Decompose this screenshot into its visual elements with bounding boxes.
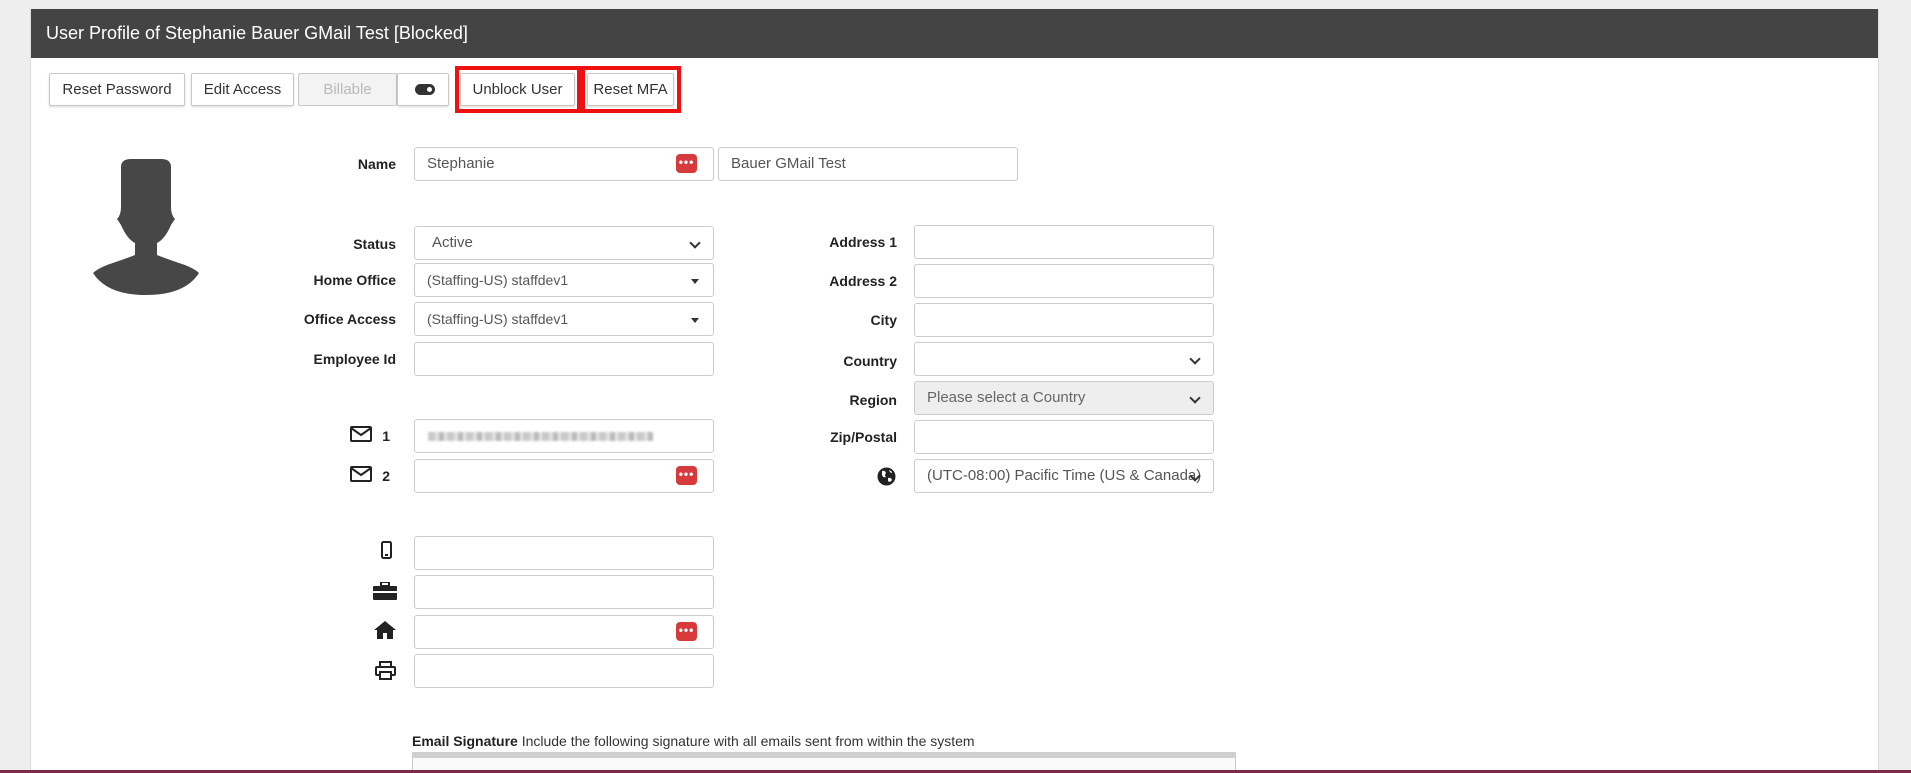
city-input[interactable] [914, 303, 1214, 337]
work-phone-input[interactable] [414, 575, 714, 609]
briefcase-icon [373, 582, 397, 600]
page-title: User Profile of Stephanie Bauer GMail Te… [31, 9, 1878, 58]
fax-input[interactable] [414, 654, 714, 688]
employee-id-input[interactable] [414, 342, 714, 376]
region-select: Please select a Country [914, 381, 1214, 415]
office-access-select[interactable]: (Staffing-US) staffdev1 [414, 302, 714, 336]
printer-icon [375, 661, 396, 680]
address-1-label: Address 1 [829, 234, 897, 250]
password-manager-icon[interactable]: ••• [676, 466, 697, 485]
region-value: Please select a Country [927, 389, 1086, 406]
billable-button: Billable [298, 73, 397, 106]
home-phone-input[interactable] [414, 615, 714, 649]
email-signature-help: Include the following signature with all… [517, 733, 975, 749]
country-label: Country [843, 353, 897, 369]
email-2-number: 2 [382, 468, 390, 484]
home-office-select[interactable]: (Staffing-US) staffdev1 [414, 263, 714, 297]
city-label: City [870, 312, 897, 328]
country-select[interactable] [914, 342, 1214, 376]
address-1-input[interactable] [914, 225, 1214, 259]
timezone-value: (UTC-08:00) Pacific Time (US & Canada) [927, 467, 1202, 484]
zip-label: Zip/Postal [830, 429, 897, 445]
mobile-phone-icon [381, 541, 392, 559]
address-2-input[interactable] [914, 264, 1214, 298]
home-office-value: (Staffing-US) staffdev1 [427, 272, 569, 288]
password-manager-icon[interactable]: ••• [676, 622, 697, 641]
home-icon [374, 621, 396, 639]
timezone-select[interactable]: (UTC-08:00) Pacific Time (US & Canada) [914, 459, 1214, 493]
password-manager-icon[interactable]: ••• [676, 154, 697, 173]
last-name-input[interactable]: Bauer GMail Test [718, 147, 1018, 181]
email-signature-label: Email Signature Include the following si… [412, 733, 975, 749]
billable-toggle[interactable] [397, 73, 449, 106]
office-access-label: Office Access [303, 311, 396, 327]
status-value: Active [432, 234, 473, 251]
toggle-icon [415, 84, 435, 95]
address-2-label: Address 2 [829, 273, 897, 289]
email-signature-title: Email Signature [412, 733, 518, 749]
email-2-input[interactable] [414, 459, 714, 493]
zip-input[interactable] [914, 420, 1214, 454]
first-name-input[interactable]: Stephanie [414, 147, 714, 181]
reset-mfa-highlight [581, 66, 681, 113]
status-select[interactable]: Active [414, 226, 714, 260]
globe-icon [877, 467, 896, 486]
user-avatar-icon [93, 159, 199, 295]
mobile-phone-input[interactable] [414, 536, 714, 570]
email-1-input[interactable] [414, 419, 714, 453]
reset-password-button[interactable]: Reset Password [49, 73, 185, 106]
unblock-user-highlight [455, 66, 581, 113]
home-office-label: Home Office [313, 272, 396, 288]
status-label: Status [353, 236, 396, 252]
name-label: Name [357, 156, 396, 172]
edit-access-button[interactable]: Edit Access [191, 73, 294, 106]
employee-id-label: Employee Id [313, 351, 396, 367]
office-access-value: (Staffing-US) staffdev1 [427, 311, 569, 327]
email-1-number: 1 [382, 428, 390, 444]
region-label: Region [849, 392, 897, 408]
redacted-email [428, 432, 653, 441]
